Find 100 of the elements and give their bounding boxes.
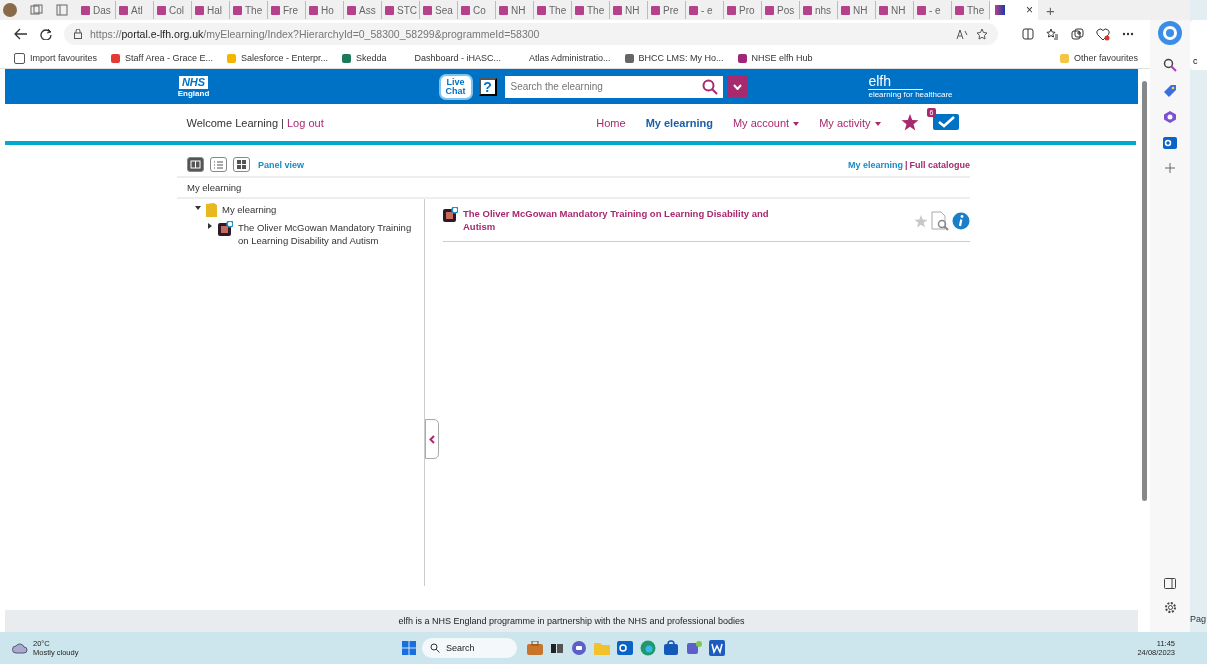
browser-tab[interactable]: Ho bbox=[306, 1, 344, 19]
read-aloud-icon[interactable] bbox=[956, 28, 968, 40]
back-icon[interactable] bbox=[14, 28, 28, 40]
browser-icon[interactable] bbox=[640, 640, 656, 656]
favourite-link[interactable]: Import favourites bbox=[14, 52, 98, 64]
word-document-icon[interactable] bbox=[709, 640, 725, 656]
elfh-logo[interactable]: elfh elearning for healthcare bbox=[868, 74, 953, 99]
browser-tab[interactable]: - e bbox=[914, 1, 952, 19]
chevron-left-icon[interactable] bbox=[429, 434, 435, 444]
settings-icon[interactable] bbox=[1163, 601, 1177, 614]
tree-item[interactable]: My elearning bbox=[222, 203, 372, 216]
nav-link[interactable]: My account bbox=[732, 116, 800, 129]
health-heart-icon[interactable] bbox=[1096, 27, 1110, 41]
lock-icon[interactable] bbox=[74, 29, 82, 39]
browser-tab[interactable]: NH bbox=[876, 1, 914, 19]
favourites-list-icon[interactable] bbox=[1046, 28, 1059, 40]
search-icon bbox=[430, 643, 440, 653]
messages-envelope-icon[interactable] bbox=[932, 113, 959, 130]
catalogue-link[interactable]: My elearning bbox=[847, 159, 903, 170]
browser-tab[interactable]: Sea bbox=[420, 1, 458, 19]
profile-avatar-icon[interactable] bbox=[0, 2, 20, 18]
browser-tab[interactable]: Fre bbox=[268, 1, 306, 19]
breadcrumb: My elearning bbox=[177, 178, 970, 199]
browser-tab[interactable]: × bbox=[990, 0, 1038, 20]
tree-item[interactable]: The Oliver McGowan Mandatory Training on Learning Disability and Autism bbox=[238, 221, 418, 247]
browser-tab[interactable]: Das bbox=[78, 1, 116, 19]
other-favourites-link[interactable]: Other favourites bbox=[1059, 53, 1138, 63]
taskbar-search[interactable]: Search bbox=[422, 638, 517, 658]
caret-icon[interactable] bbox=[793, 121, 800, 126]
favourite-star-icon[interactable] bbox=[914, 214, 928, 228]
chat-bubble-icon[interactable] bbox=[571, 640, 587, 656]
store-bag-icon[interactable] bbox=[663, 640, 679, 656]
link-separator: | bbox=[904, 159, 908, 170]
favourite-link[interactable]: NHSE elfh Hub bbox=[737, 53, 813, 63]
browser-tab[interactable]: Pos bbox=[762, 1, 800, 19]
caret-icon[interactable] bbox=[874, 121, 881, 126]
cloud-icon bbox=[12, 642, 28, 654]
browser-tab[interactable]: Pre bbox=[648, 1, 686, 19]
start-icon[interactable] bbox=[402, 641, 416, 655]
tab-actions-icon[interactable] bbox=[56, 4, 68, 16]
favourite-link[interactable]: Skedda bbox=[341, 53, 387, 63]
browser-tab[interactable]: NH bbox=[838, 1, 876, 19]
course-title-link[interactable]: The Oliver McGowan Mandatory Training on Learning Disability and Autism bbox=[463, 207, 783, 233]
favourite-star-icon[interactable] bbox=[976, 28, 988, 40]
add-icon[interactable] bbox=[1164, 162, 1176, 174]
folder-icon bbox=[206, 203, 217, 217]
task-view-icon[interactable] bbox=[550, 641, 564, 655]
favourite-link[interactable]: Salesforce - Enterpr... bbox=[226, 53, 328, 63]
favourite-link[interactable]: Atlas Administratio... bbox=[515, 53, 611, 63]
browser-tab[interactable]: The bbox=[230, 1, 268, 19]
logout-link[interactable]: Log out bbox=[287, 116, 324, 129]
address-bar[interactable]: https://portal.e-lfh.org.uk/myElearning/Index?HierarchyId=0_58300_58299&programmeId=58300 bbox=[64, 23, 998, 45]
browser-tab[interactable]: nhs bbox=[800, 1, 838, 19]
expand-toggle-icon[interactable] bbox=[207, 223, 213, 230]
briefcase-icon[interactable] bbox=[527, 641, 543, 655]
favourite-link[interactable]: Dashboard - iHASC... bbox=[400, 53, 502, 63]
search-options-button[interactable] bbox=[726, 76, 748, 97]
team-people-icon[interactable] bbox=[686, 640, 702, 656]
favourite-link[interactable]: BHCC LMS: My Ho... bbox=[624, 53, 724, 63]
catalogue-link[interactable]: Full catalogue bbox=[909, 159, 970, 170]
course-icon bbox=[218, 221, 233, 236]
side-label: Pag bbox=[1190, 614, 1207, 624]
browser-tab[interactable]: STC bbox=[382, 1, 420, 19]
nav-link[interactable]: My elearning bbox=[645, 116, 713, 129]
nav-link[interactable]: My activity bbox=[819, 116, 881, 129]
browser-tab[interactable]: NH bbox=[610, 1, 648, 19]
close-tab-button[interactable]: × bbox=[1026, 3, 1033, 17]
browser-tab[interactable]: - e bbox=[686, 1, 724, 19]
search-button[interactable] bbox=[701, 75, 723, 98]
hexagon-app-icon[interactable] bbox=[1163, 110, 1177, 124]
help-button[interactable]: ? bbox=[478, 77, 497, 96]
split-screen-icon[interactable] bbox=[1022, 28, 1034, 40]
workspaces-icon[interactable] bbox=[30, 4, 44, 16]
nav-link[interactable]: Home bbox=[596, 116, 626, 129]
browser-tab[interactable]: Co bbox=[458, 1, 496, 19]
document-search-icon[interactable] bbox=[930, 211, 950, 231]
new-tab-button[interactable]: + bbox=[1046, 1, 1055, 19]
tag-icon[interactable] bbox=[1163, 84, 1177, 98]
expand-toggle-icon[interactable] bbox=[195, 205, 201, 212]
refresh-icon[interactable] bbox=[40, 28, 52, 40]
collapse-panel-button[interactable] bbox=[425, 419, 439, 459]
browser-tab[interactable]: The bbox=[572, 1, 610, 19]
browser-tab[interactable]: The bbox=[534, 1, 572, 19]
search-icon[interactable] bbox=[1163, 58, 1177, 72]
browser-tab[interactable]: Hal bbox=[192, 1, 230, 19]
browser-tab[interactable]: Col bbox=[154, 1, 192, 19]
favourites-star-icon[interactable] bbox=[900, 114, 919, 131]
more-options-icon[interactable] bbox=[1122, 32, 1134, 36]
search-field[interactable]: Search the elearning bbox=[504, 75, 702, 98]
sidebar-toggle-icon[interactable] bbox=[1164, 578, 1176, 589]
browser-tab[interactable]: Ass bbox=[344, 1, 382, 19]
favourite-link[interactable]: Staff Area - Grace E... bbox=[111, 53, 213, 63]
browser-tab[interactable]: Atl bbox=[116, 1, 154, 19]
chevron-down-icon[interactable] bbox=[732, 83, 742, 90]
browser-tab[interactable]: NH bbox=[496, 1, 534, 19]
browser-tab[interactable]: Pro bbox=[724, 1, 762, 19]
live-chat-button[interactable]: Live Chat bbox=[438, 73, 473, 100]
view-mode-label: Panel view bbox=[258, 159, 305, 170]
info-icon[interactable] bbox=[952, 212, 970, 230]
collections-icon[interactable] bbox=[1071, 27, 1084, 41]
